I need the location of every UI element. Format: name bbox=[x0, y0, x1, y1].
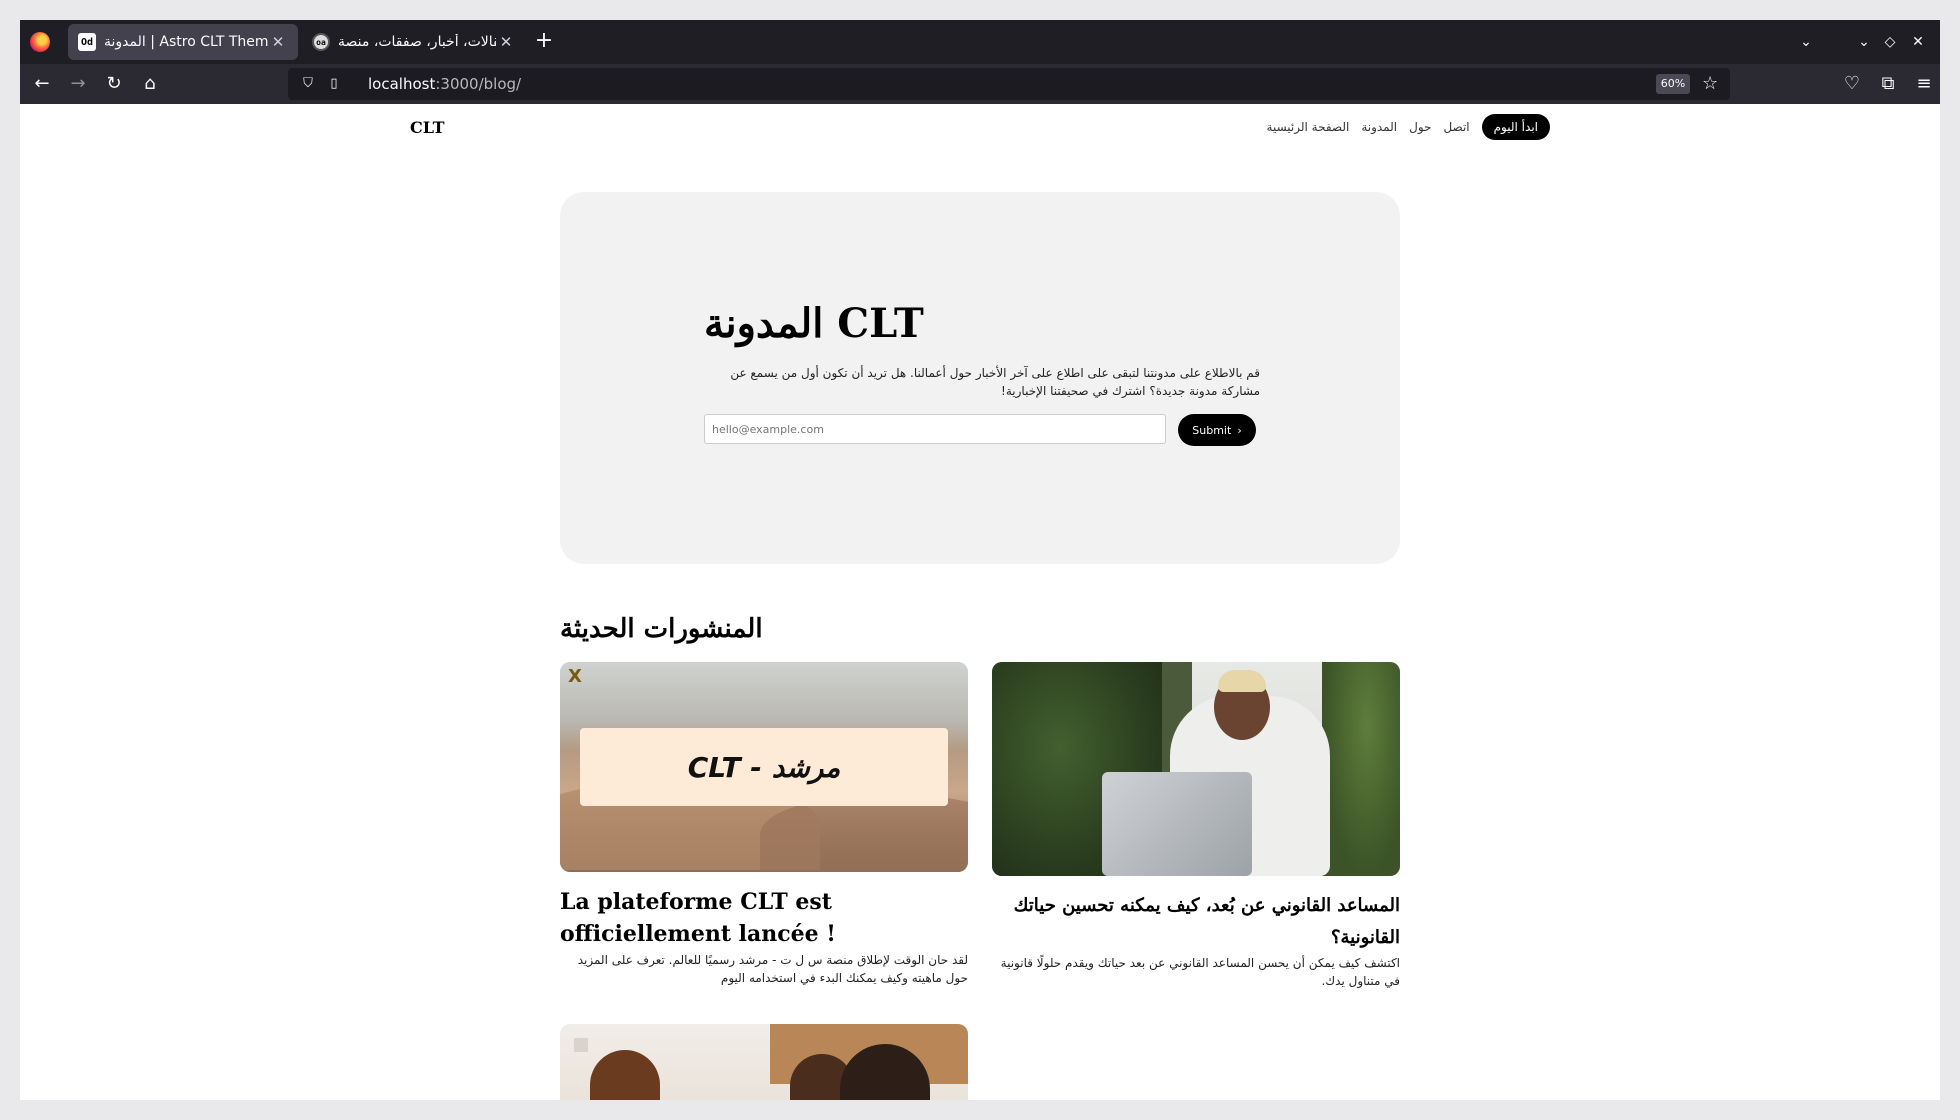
home-icon[interactable]: ⌂ bbox=[136, 70, 164, 98]
forward-icon[interactable]: → bbox=[64, 70, 92, 98]
note-shape bbox=[574, 1038, 588, 1052]
minimize-icon[interactable]: ⌄ bbox=[1852, 30, 1876, 54]
url-bar[interactable]: ⛉ ▯ localhost:3000/blog/ 60% ☆ bbox=[288, 68, 1730, 100]
tab-favicon-icon: Od bbox=[78, 33, 96, 51]
pocket-icon[interactable]: ♡ bbox=[1838, 70, 1866, 98]
tab-favicon-icon: oa bbox=[312, 33, 330, 51]
post-description-clt-launch: لقد حان الوقت لإطلاق منصة س ل ت - مرشد ر… bbox=[577, 953, 968, 985]
plant-shape bbox=[1322, 662, 1400, 876]
hero-description: قم بالاطلاع على مدونتنا لتبقى على اطلاع … bbox=[730, 366, 1260, 398]
nav-link-about[interactable]: حول bbox=[1409, 120, 1431, 134]
post-description-legal-assistant: اكتشف كيف يمكن أن يحسن المساعد القانوني … bbox=[1000, 956, 1400, 988]
page-icon[interactable]: ▯ bbox=[326, 76, 342, 92]
main-nav: ابدأ اليوم اتصل حول المدونة الصفحة الرئي… bbox=[1267, 114, 1550, 140]
shield-icon[interactable]: ⛉ bbox=[300, 76, 316, 92]
url-path: :3000/blog/ bbox=[435, 75, 522, 93]
url-text[interactable]: localhost:3000/blog/ bbox=[368, 75, 521, 93]
zoom-level[interactable]: 60% bbox=[1656, 74, 1690, 94]
close-window-icon[interactable]: ✕ bbox=[1906, 30, 1930, 54]
close-tab-icon[interactable]: ✕ bbox=[268, 32, 288, 52]
tab-strip: Od المدونة | Astro CLT Theme ✕ oa مقالات… bbox=[20, 20, 1940, 64]
close-tab-icon[interactable]: ✕ bbox=[496, 32, 516, 52]
recent-posts-heading: المنشورات الحديثة bbox=[560, 614, 763, 644]
tab-title: المدونة | Astro CLT Theme bbox=[104, 34, 268, 50]
new-tab-icon[interactable]: + bbox=[532, 30, 556, 54]
chevron-right-icon: › bbox=[1237, 423, 1242, 437]
page-title: المدونة CLT bbox=[704, 300, 924, 347]
list-all-tabs-icon[interactable]: ⌄ bbox=[1794, 30, 1818, 54]
hair-shape bbox=[1218, 670, 1266, 692]
image-banner: CLT - مرشد bbox=[580, 728, 948, 806]
start-today-button[interactable]: ابدأ اليوم bbox=[1481, 114, 1550, 140]
submit-button[interactable]: Submit › bbox=[1178, 414, 1256, 446]
person-shape bbox=[590, 1050, 660, 1100]
email-field[interactable] bbox=[704, 414, 1166, 444]
post-image-legal-assistant[interactable] bbox=[992, 662, 1400, 876]
menu-icon[interactable]: ≡ bbox=[1910, 70, 1938, 98]
tab-articles[interactable]: oa مقالات، أخبار، صفقات، منصة ✕ bbox=[302, 24, 526, 60]
desktop: Od المدونة | Astro CLT Theme ✕ oa مقالات… bbox=[0, 0, 1960, 1120]
newsletter-hero: المدونة CLT قم بالاطلاع على مدونتنا لتبق… bbox=[560, 192, 1400, 564]
bookmark-star-icon[interactable]: ☆ bbox=[1702, 73, 1718, 94]
extensions-icon[interactable]: ⧉ bbox=[1874, 70, 1902, 98]
maximize-icon[interactable]: ◇ bbox=[1878, 30, 1902, 54]
url-host: localhost bbox=[368, 75, 436, 93]
site-header: CLT ابدأ اليوم اتصل حول المدونة الصفحة ا… bbox=[20, 104, 1940, 148]
tab-title: مقالات، أخبار، صفقات، منصة bbox=[338, 34, 496, 50]
post-image-clt-launch[interactable]: X CLT - مرشد bbox=[560, 662, 968, 872]
firefox-icon[interactable] bbox=[30, 32, 50, 52]
web-page: CLT ابدأ اليوم اتصل حول المدونة الصفحة ا… bbox=[20, 104, 1940, 1100]
back-icon[interactable]: ← bbox=[28, 70, 56, 98]
reload-icon[interactable]: ↻ bbox=[100, 70, 128, 98]
laptop-shape bbox=[1102, 772, 1252, 876]
submit-label: Submit bbox=[1192, 423, 1232, 437]
tab-blog[interactable]: Od المدونة | Astro CLT Theme ✕ bbox=[68, 24, 298, 60]
browser-window: Od المدونة | Astro CLT Theme ✕ oa مقالات… bbox=[20, 20, 1940, 1100]
nav-link-home[interactable]: الصفحة الرئيسية bbox=[1267, 120, 1350, 134]
post-title-legal-assistant[interactable]: المساعد القانوني عن بُعد، كيف يمكنه تحسي… bbox=[992, 890, 1400, 954]
navigation-toolbar: ← → ↻ ⌂ ⛉ ▯ localhost:3000/blog/ 60% ☆ ♡… bbox=[20, 64, 1940, 104]
nav-link-blog[interactable]: المدونة bbox=[1361, 120, 1397, 134]
post-image-office[interactable] bbox=[560, 1024, 968, 1100]
x-mark-icon: X bbox=[568, 666, 582, 687]
post-title-clt-launch[interactable]: La plateforme CLT est officiellement lan… bbox=[560, 886, 860, 950]
site-logo[interactable]: CLT bbox=[410, 118, 445, 137]
nav-link-contact[interactable]: اتصل bbox=[1443, 120, 1469, 134]
